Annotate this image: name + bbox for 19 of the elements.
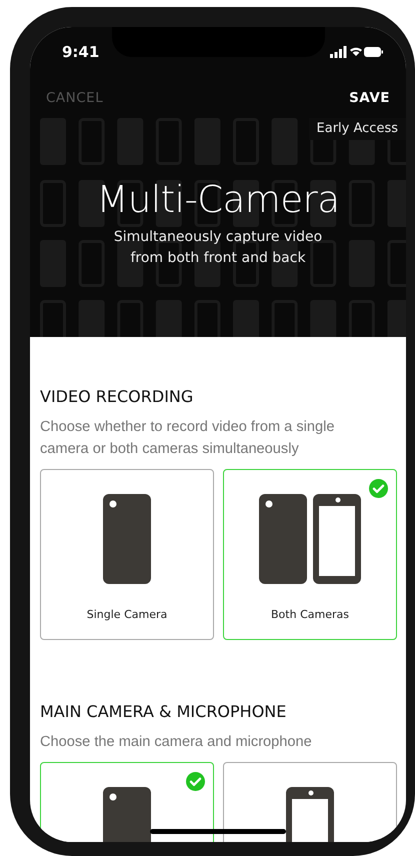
checkmark-icon [186, 772, 205, 791]
section-description: Choose the main camera and microphone [40, 733, 313, 752]
save-button[interactable]: SAVE [349, 86, 390, 110]
status-icons-drawing [330, 46, 384, 58]
section-heading: MAIN CAMERA & MICROPHONE [40, 702, 288, 721]
early-access-badge: Early Access [308, 118, 406, 140]
status-time: 9:41 [62, 43, 100, 61]
option-card[interactable]: Single Camera [40, 469, 214, 640]
option-card[interactable]: Both Cameras [223, 469, 397, 640]
option-label: Single Camera [86, 608, 168, 621]
hero-title: Multi-Camera [96, 178, 340, 221]
option-label: Both Cameras [271, 608, 349, 621]
hero-subtitle: Simultaneously capture video from both front and back [112, 228, 324, 268]
section-heading: VIDEO RECORDING [40, 387, 194, 406]
checkmark-icon [369, 479, 388, 498]
section-description: Choose whether to record video from a single camera or both cameras simultaneously [40, 418, 336, 459]
phone-back-icon [103, 494, 151, 584]
phone-back-icon [259, 494, 307, 584]
phone-front-icon [313, 494, 361, 584]
